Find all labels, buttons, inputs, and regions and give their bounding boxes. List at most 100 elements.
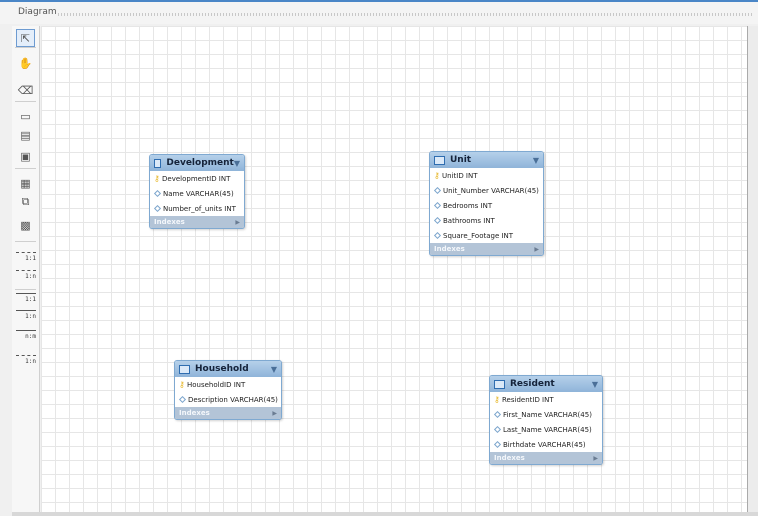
column-label: Name VARCHAR(45) bbox=[163, 189, 234, 198]
column-diamond-icon bbox=[493, 440, 502, 449]
right-pane-edge bbox=[748, 26, 758, 512]
relationship-ntom-icon[interactable]: n:m bbox=[15, 326, 37, 344]
table-unit[interactable]: Unit ▼ ⚷ UnitID INT Unit_Number VARCHAR(45) B… bbox=[429, 151, 544, 256]
column-diamond-icon bbox=[153, 204, 162, 213]
relationship-line bbox=[16, 310, 36, 311]
column-row[interactable]: ⚷ UnitID INT bbox=[430, 168, 543, 183]
toolbar-separator bbox=[15, 241, 36, 242]
indexes-section[interactable]: Indexes ▶ bbox=[430, 243, 543, 255]
table-header[interactable]: Development ▼ bbox=[150, 155, 244, 171]
primary-key-icon: ⚷ bbox=[154, 174, 160, 183]
eraser-icon[interactable]: ⌫ bbox=[16, 81, 35, 99]
column-label: ResidentID INT bbox=[502, 395, 554, 404]
table-header[interactable]: Unit ▼ bbox=[430, 152, 543, 168]
relationship-label: 1:n bbox=[25, 358, 36, 365]
column-label: Last_Name VARCHAR(45) bbox=[503, 425, 592, 434]
column-label: Square_Footage INT bbox=[443, 231, 514, 240]
indexes-label: Indexes bbox=[434, 245, 465, 253]
column-label: Description VARCHAR(45) bbox=[188, 395, 278, 404]
expand-arrow-icon[interactable]: ▶ bbox=[593, 455, 598, 462]
column-row[interactable]: ⚷ HouseholdID INT bbox=[175, 377, 281, 392]
column-label: First_Name VARCHAR(45) bbox=[503, 410, 592, 419]
table-household[interactable]: Household ▼ ⚷ HouseholdID INT Description VA… bbox=[174, 360, 282, 420]
column-diamond-icon bbox=[178, 395, 187, 404]
relationship-label: 1:1 bbox=[25, 296, 36, 303]
primary-key-icon: ⚷ bbox=[434, 171, 440, 180]
toolbar-separator bbox=[15, 168, 36, 169]
expand-arrow-icon[interactable]: ▶ bbox=[272, 410, 277, 417]
indexes-label: Indexes bbox=[154, 218, 185, 226]
indexes-section[interactable]: Indexes ▶ bbox=[150, 216, 244, 228]
column-label: HouseholdID INT bbox=[187, 380, 246, 389]
table-header[interactable]: Resident ▼ bbox=[490, 376, 602, 392]
panel-drag-grip[interactable] bbox=[58, 13, 754, 16]
indexes-label: Indexes bbox=[179, 409, 210, 417]
relationship-label: n:m bbox=[25, 333, 36, 340]
relationship-label: 1:1 bbox=[25, 255, 36, 262]
column-row[interactable]: Bedrooms INT bbox=[430, 198, 543, 213]
table-name: Unit bbox=[450, 155, 472, 165]
layer-icon[interactable]: ▭ bbox=[16, 107, 35, 125]
relationship-line bbox=[16, 293, 36, 294]
diagram-canvas[interactable]: Development ▼ ⚷ DevelopmentID INT Name VARCH… bbox=[41, 26, 748, 512]
column-row[interactable]: Description VARCHAR(45) bbox=[175, 392, 281, 407]
column-row[interactable]: ⚷ DevelopmentID INT bbox=[150, 171, 244, 186]
table-header[interactable]: Household ▼ bbox=[175, 361, 281, 377]
hand-icon[interactable]: ✋ bbox=[16, 54, 35, 72]
relationship-1to1-icon[interactable]: 1:1 bbox=[15, 289, 37, 307]
view-icon[interactable]: ⧉ bbox=[16, 193, 35, 211]
column-label: Unit_Number VARCHAR(45) bbox=[443, 186, 539, 195]
collapse-arrow-icon[interactable]: ▼ bbox=[533, 156, 539, 165]
column-row[interactable]: First_Name VARCHAR(45) bbox=[490, 407, 602, 422]
column-row[interactable]: Last_Name VARCHAR(45) bbox=[490, 422, 602, 437]
relationship-1to1-icon[interactable]: 1:1 bbox=[15, 248, 37, 266]
expand-arrow-icon[interactable]: ▶ bbox=[534, 246, 539, 253]
pointer-icon[interactable]: ⇱ bbox=[16, 29, 35, 47]
collapse-arrow-icon[interactable]: ▼ bbox=[234, 159, 240, 168]
column-row[interactable]: ⚷ ResidentID INT bbox=[490, 392, 602, 407]
column-label: UnitID INT bbox=[442, 171, 478, 180]
table-name: Resident bbox=[510, 379, 555, 389]
toolbar-separator bbox=[15, 101, 36, 102]
column-label: Number_of_units INT bbox=[163, 204, 236, 213]
image-icon[interactable]: ▣ bbox=[16, 147, 35, 165]
routine-group-icon[interactable]: ▩ bbox=[16, 216, 35, 234]
column-label: Birthdate VARCHAR(45) bbox=[503, 440, 586, 449]
column-row[interactable]: Name VARCHAR(45) bbox=[150, 186, 244, 201]
table-resident[interactable]: Resident ▼ ⚷ ResidentID INT First_Name VARCH… bbox=[489, 375, 603, 465]
relationship-1ton-icon[interactable]: 1:n bbox=[15, 266, 37, 284]
relationship-line bbox=[16, 330, 36, 331]
indexes-label: Indexes bbox=[494, 454, 525, 462]
column-diamond-icon bbox=[493, 425, 502, 434]
collapse-arrow-icon[interactable]: ▼ bbox=[271, 365, 277, 374]
column-diamond-icon bbox=[493, 410, 502, 419]
column-diamond-icon bbox=[433, 231, 442, 240]
relationship-label: 1:n bbox=[25, 313, 36, 320]
indexes-section[interactable]: Indexes ▶ bbox=[490, 452, 602, 464]
column-row[interactable]: Square_Footage INT bbox=[430, 228, 543, 243]
diagram-panel-header: Diagram bbox=[0, 0, 758, 24]
column-label: Bedrooms INT bbox=[443, 201, 493, 210]
column-diamond-icon bbox=[153, 189, 162, 198]
table-icon[interactable]: ▦ bbox=[16, 174, 35, 192]
relationship-1ton-icon[interactable]: 1:n bbox=[15, 306, 37, 324]
column-diamond-icon bbox=[433, 216, 442, 225]
relationship-line bbox=[16, 252, 36, 253]
table-icon bbox=[434, 155, 445, 165]
column-diamond-icon bbox=[433, 186, 442, 195]
relationship-label: 1:n bbox=[25, 273, 36, 280]
column-row[interactable]: Number_of_units INT bbox=[150, 201, 244, 216]
table-development[interactable]: Development ▼ ⚷ DevelopmentID INT Name VARCH… bbox=[149, 154, 245, 229]
panel-title: Diagram bbox=[18, 7, 57, 17]
expand-arrow-icon[interactable]: ▶ bbox=[235, 219, 240, 226]
relationship-1ton-icon[interactable]: 1:n bbox=[15, 351, 37, 369]
column-row[interactable]: Birthdate VARCHAR(45) bbox=[490, 437, 602, 452]
column-row[interactable]: Bathrooms INT bbox=[430, 213, 543, 228]
table-name: Development bbox=[166, 158, 234, 168]
indexes-section[interactable]: Indexes ▶ bbox=[175, 407, 281, 419]
column-row[interactable]: Unit_Number VARCHAR(45) bbox=[430, 183, 543, 198]
note-icon[interactable]: ▤ bbox=[16, 126, 35, 144]
bottom-edge bbox=[12, 512, 758, 516]
table-icon bbox=[179, 364, 190, 374]
collapse-arrow-icon[interactable]: ▼ bbox=[592, 380, 598, 389]
